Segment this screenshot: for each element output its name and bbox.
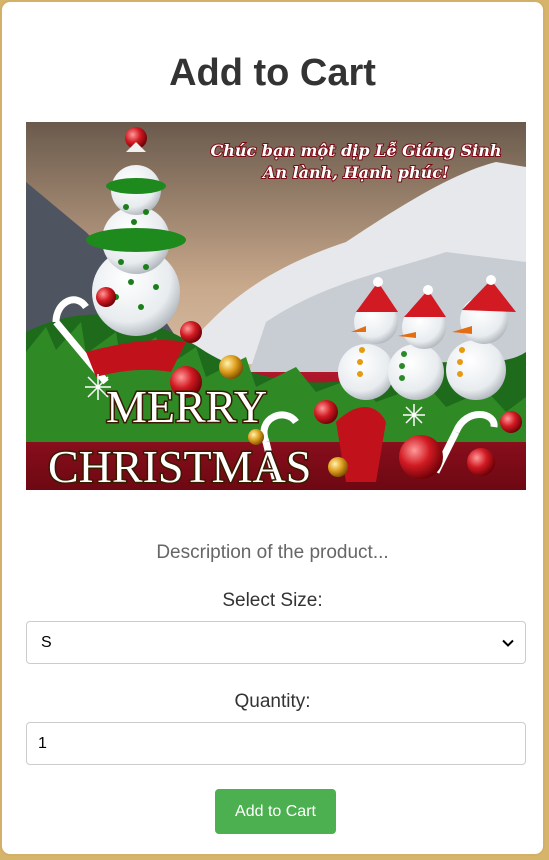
greeting-line-1: Chúc bạn một dịp Lễ Giáng Sinh	[210, 140, 501, 160]
add-to-cart-button[interactable]: Add to Cart	[215, 789, 336, 834]
size-select-value: S	[41, 633, 52, 651]
merry-text: MERRY	[106, 381, 267, 432]
quantity-label: Quantity:	[234, 691, 311, 712]
size-select[interactable]: S	[26, 621, 526, 664]
size-label: Select Size:	[222, 590, 323, 611]
quantity-input[interactable]	[26, 722, 526, 765]
christmas-text: CHRISTMAS	[48, 441, 311, 490]
greeting-line-2: An lành, Hạnh phúc!	[261, 163, 449, 182]
product-card: Add to Cart Chúc bạn một dịp Lễ Giáng Si…	[0, 0, 545, 856]
product-description: Description of the product...	[156, 542, 389, 563]
product-image: Chúc bạn một dịp Lễ Giáng Sinh An lành, …	[26, 122, 526, 490]
chevron-down-icon	[502, 639, 514, 647]
page-title: Add to Cart	[169, 52, 376, 94]
